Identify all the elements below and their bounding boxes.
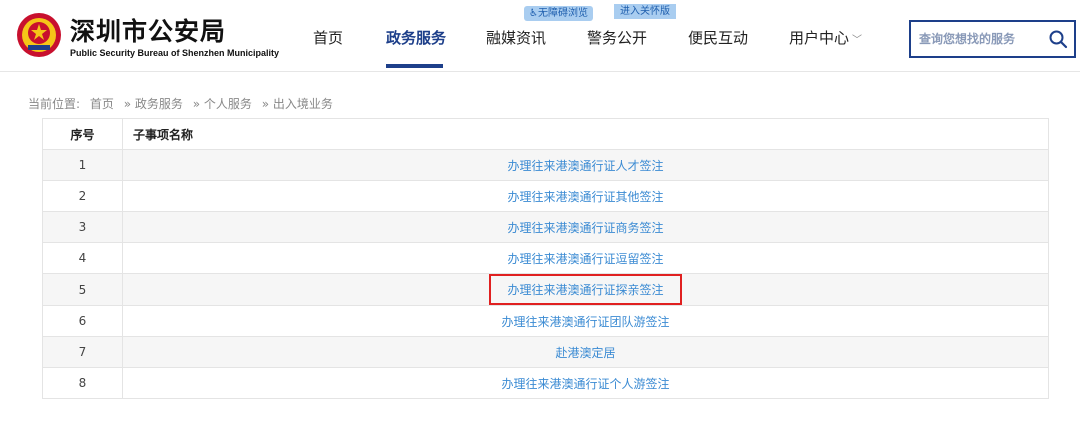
- column-header-name: 子事项名称: [122, 118, 1049, 150]
- table-row: 8 办理往来港澳通行证个人游签注: [42, 367, 1049, 399]
- nav-government-services[interactable]: 政务服务: [386, 27, 446, 48]
- table-row: 2 办理往来港澳通行证其他签注: [42, 180, 1049, 212]
- item-link[interactable]: 办理往来港澳通行证个人游签注: [122, 367, 1049, 399]
- row-number: 6: [42, 305, 123, 337]
- accessibility-label: 无障碍浏览: [537, 8, 588, 19]
- table-row: 7 赴港澳定居: [42, 336, 1049, 368]
- table-row-highlighted: 5 办理往来港澳通行证探亲签注: [42, 273, 1049, 306]
- nav-user-center[interactable]: 用户中心 ﹀: [789, 27, 862, 48]
- search-input[interactable]: [919, 30, 1039, 48]
- table-row: 1 办理往来港澳通行证人才签注: [42, 149, 1049, 181]
- item-link[interactable]: 赴港澳定居: [122, 336, 1049, 368]
- item-link[interactable]: 办理往来港澳通行证人才签注: [122, 149, 1049, 181]
- table-row: 6 办理往来港澳通行证团队游签注: [42, 305, 1049, 337]
- nav-police-disclosure[interactable]: 警务公开: [587, 27, 647, 48]
- item-link-cell: 办理往来港澳通行证探亲签注: [122, 273, 1049, 306]
- column-header-no: 序号: [42, 118, 123, 150]
- search-icon[interactable]: [1048, 29, 1068, 49]
- sub-items-table: 序号 子事项名称 1 办理往来港澳通行证人才签注 2 办理往来港澳通行证其他签注…: [42, 118, 1049, 399]
- nav-home[interactable]: 首页: [313, 27, 343, 48]
- breadcrumb: 当前位置: 首页 » 政务服务 » 个人服务 » 出入境业务: [28, 95, 339, 112]
- item-link[interactable]: 办理往来港澳通行证商务签注: [122, 211, 1049, 243]
- breadcrumb-exit-entry[interactable]: » 出入境业务: [262, 97, 333, 111]
- table-row: 4 办理往来港澳通行证逗留签注: [42, 242, 1049, 274]
- wheelchair-icon: ♿: [529, 8, 538, 19]
- search-box: [909, 20, 1076, 58]
- row-number: 5: [42, 273, 123, 306]
- breadcrumb-government-services[interactable]: » 政务服务: [124, 97, 183, 111]
- table-header-row: 序号 子事项名称: [42, 118, 1049, 150]
- chevron-down-icon: ﹀: [852, 35, 863, 46]
- item-link[interactable]: 办理往来港澳通行证逗留签注: [122, 242, 1049, 274]
- row-number: 2: [42, 180, 123, 212]
- table-row: 3 办理往来港澳通行证商务签注: [42, 211, 1049, 243]
- row-number: 4: [42, 242, 123, 274]
- breadcrumb-personal-services[interactable]: » 个人服务: [193, 97, 252, 111]
- accessibility-button[interactable]: ♿无障碍浏览: [524, 6, 593, 21]
- row-number: 7: [42, 336, 123, 368]
- police-emblem-logo[interactable]: [16, 12, 62, 58]
- highlighted-item-link[interactable]: 办理往来港澳通行证探亲签注: [489, 274, 682, 305]
- active-nav-indicator: [386, 64, 443, 68]
- site-title[interactable]: 深圳市公安局: [70, 12, 226, 48]
- care-mode-button[interactable]: 进入关怀版: [614, 4, 676, 19]
- nav-media-news[interactable]: 融媒资讯: [486, 27, 546, 48]
- nav-user-center-label: 用户中心: [789, 29, 850, 47]
- nav-public-interaction[interactable]: 便民互动: [688, 27, 748, 48]
- breadcrumb-home[interactable]: 首页: [90, 97, 114, 111]
- row-number: 3: [42, 211, 123, 243]
- item-link[interactable]: 办理往来港澳通行证团队游签注: [122, 305, 1049, 337]
- item-link[interactable]: 办理往来港澳通行证其他签注: [122, 180, 1049, 212]
- breadcrumb-prefix: 当前位置:: [28, 97, 81, 111]
- row-number: 1: [42, 149, 123, 181]
- site-header: 深圳市公安局 Public Security Bureau of Shenzhe…: [0, 0, 1080, 72]
- row-number: 8: [42, 367, 123, 399]
- site-subtitle: Public Security Bureau of Shenzhen Munic…: [70, 48, 280, 58]
